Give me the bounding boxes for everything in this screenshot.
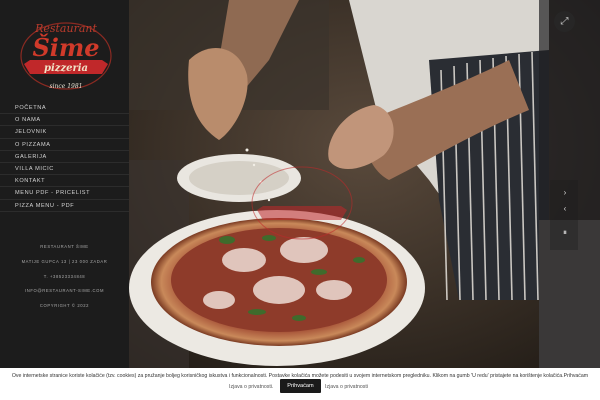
- chevron-left-icon[interactable]: ‹: [559, 203, 571, 215]
- nav-item-kontakt[interactable]: Kontakt: [0, 175, 129, 188]
- logo[interactable]: Restaurant Šime pizzeria since 1981: [18, 14, 114, 98]
- page: Restaurant Šime pizzeria since 1981 Poče…: [0, 0, 600, 400]
- nav-item-galerija[interactable]: Galerija: [0, 151, 129, 163]
- logo-name-main: Šime: [32, 33, 99, 62]
- contact-address: Matije Gupca 13 | 23 000 Zadar: [21, 258, 108, 264]
- nav-item-o-pizzama[interactable]: O pizzama: [0, 139, 129, 151]
- hero-photo: [129, 0, 600, 368]
- nav-item-villa-micic[interactable]: Villa Micic: [0, 163, 129, 176]
- contact-info: Restaurant Šime Matije Gupca 13 | 23 000…: [0, 240, 129, 314]
- pause-icon[interactable]: ⏸: [559, 227, 571, 239]
- logo-since: since 1981: [50, 83, 83, 90]
- nav-item-o-nama[interactable]: O nama: [0, 114, 129, 127]
- nav-item-pizza-menu-pdf[interactable]: Pizza Menu - PDF: [0, 200, 129, 212]
- privacy-link-right[interactable]: Izjava o privatnosti: [325, 384, 368, 390]
- privacy-link-left[interactable]: Izjava o privatnosti.: [229, 384, 273, 390]
- contact-email[interactable]: info@restaurant-sime.com: [0, 284, 129, 299]
- fullscreen-expand-icon[interactable]: ⤢: [554, 11, 575, 32]
- watermark-logo: [251, 166, 353, 240]
- nav-item-jelovnik[interactable]: Jelovnik: [0, 126, 129, 139]
- sidebar: Restaurant Šime pizzeria since 1981 Poče…: [0, 0, 129, 368]
- nav-item-menu-pdf[interactable]: Menu PDF - Pricelist: [0, 187, 129, 200]
- contact-phone[interactable]: T. +38523334848: [0, 270, 129, 285]
- contact-name: Restaurant Šime: [40, 244, 89, 249]
- logo-banner: pizzeria: [44, 63, 88, 74]
- accept-cookies-button[interactable]: Prihvaćam: [280, 379, 321, 393]
- copyright: Copyright © 2022: [39, 303, 90, 309]
- hero-slider[interactable]: ⤢ › ‹ ⏸: [129, 0, 600, 368]
- main-nav: Početna O nama Jelovnik O pizzama Galeri…: [0, 102, 129, 212]
- nav-item-pocetna[interactable]: Početna: [0, 102, 129, 115]
- chevron-right-icon[interactable]: ›: [559, 187, 571, 199]
